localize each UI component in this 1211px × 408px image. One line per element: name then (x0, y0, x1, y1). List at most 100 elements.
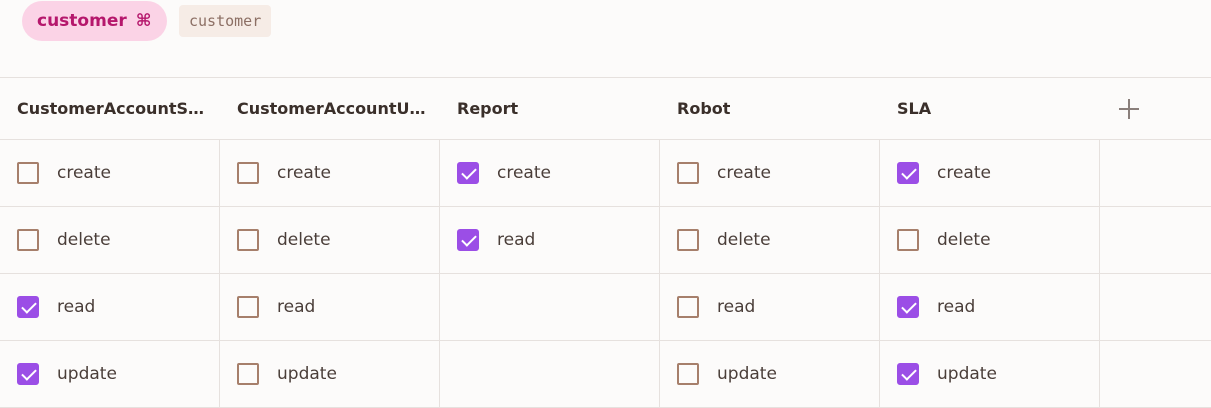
permission-cell (440, 341, 660, 407)
checkbox-checked[interactable] (897, 296, 919, 318)
checkbox-unchecked[interactable] (237, 363, 259, 385)
checkbox-checked[interactable] (897, 363, 919, 385)
role-name: customer (37, 11, 127, 31)
checkbox-unchecked[interactable] (237, 229, 259, 251)
permission-label: delete (717, 230, 771, 250)
permissions-grid: CustomerAccountSetting CustomerAccountUse… (0, 77, 1211, 408)
empty-cell (1100, 341, 1211, 407)
checkbox-unchecked[interactable] (897, 229, 919, 251)
permission-toggle[interactable]: create (237, 162, 331, 184)
checkbox-unchecked[interactable] (237, 162, 259, 184)
permission-toggle[interactable]: create (897, 162, 991, 184)
permission-cell: update (0, 341, 220, 407)
permission-toggle[interactable]: delete (897, 229, 991, 251)
permission-label: read (937, 297, 976, 317)
permission-label: read (497, 230, 536, 250)
role-header: customer ⌘ customer (0, 0, 1211, 78)
permission-row: update update update update (0, 341, 1211, 408)
column-title: SLA (897, 99, 932, 118)
permission-toggle[interactable]: delete (677, 229, 771, 251)
permission-toggle[interactable]: create (17, 162, 111, 184)
checkbox-unchecked[interactable] (17, 229, 39, 251)
permission-toggle[interactable]: read (457, 229, 535, 251)
permission-label: create (497, 163, 551, 183)
checkbox-checked[interactable] (17, 363, 39, 385)
permission-cell: delete (0, 207, 220, 273)
permission-toggle[interactable]: update (237, 363, 337, 385)
permission-label: delete (57, 230, 111, 250)
permission-cell: read (880, 274, 1100, 340)
permission-toggle[interactable]: read (17, 296, 95, 318)
checkbox-checked[interactable] (457, 229, 479, 251)
permission-cell: create (220, 140, 440, 206)
permission-cell: read (220, 274, 440, 340)
permission-row: delete delete read delete delete (0, 207, 1211, 274)
checkbox-checked[interactable] (17, 296, 39, 318)
permission-cell: create (440, 140, 660, 206)
checkbox-checked[interactable] (897, 162, 919, 184)
permission-toggle[interactable]: delete (237, 229, 331, 251)
permission-label: create (937, 163, 991, 183)
permission-label: create (277, 163, 331, 183)
permission-toggle[interactable]: read (677, 296, 755, 318)
permission-cell: update (660, 341, 880, 407)
empty-cell (1100, 140, 1211, 206)
column-header: CustomerAccountSetting (0, 78, 220, 139)
empty-cell (1100, 274, 1211, 340)
permission-label: update (57, 364, 117, 384)
command-icon: ⌘ (135, 11, 152, 31)
permission-toggle[interactable]: update (17, 363, 117, 385)
add-column-cell (1100, 78, 1211, 139)
column-title: Report (457, 99, 519, 118)
permission-label: create (57, 163, 111, 183)
permission-cell (440, 274, 660, 340)
permission-label: delete (937, 230, 991, 250)
permission-cell: delete (660, 207, 880, 273)
column-header: CustomerAccountUser (220, 78, 440, 139)
column-title: CustomerAccountUser (237, 99, 428, 118)
permission-toggle[interactable]: read (237, 296, 315, 318)
permission-label: read (277, 297, 316, 317)
permission-cell: create (880, 140, 1100, 206)
permission-cell: delete (880, 207, 1100, 273)
permission-label: delete (277, 230, 331, 250)
permission-label: read (57, 297, 96, 317)
permission-label: create (717, 163, 771, 183)
header-row: CustomerAccountSetting CustomerAccountUse… (0, 78, 1211, 140)
permission-cell: delete (220, 207, 440, 273)
permission-toggle[interactable]: update (677, 363, 777, 385)
column-header: SLA (880, 78, 1100, 139)
permission-row: create create create create create (0, 140, 1211, 207)
column-header: Report (440, 78, 660, 139)
permission-label: update (937, 364, 997, 384)
permission-toggle[interactable]: update (897, 363, 997, 385)
permission-cell: create (0, 140, 220, 206)
permission-toggle[interactable]: create (677, 162, 771, 184)
checkbox-unchecked[interactable] (237, 296, 259, 318)
permission-toggle[interactable]: delete (17, 229, 111, 251)
permission-cell: update (880, 341, 1100, 407)
column-title: CustomerAccountSetting (17, 99, 208, 118)
permission-cell: update (220, 341, 440, 407)
checkbox-unchecked[interactable] (677, 296, 699, 318)
permission-label: read (717, 297, 756, 317)
checkbox-unchecked[interactable] (677, 363, 699, 385)
permission-cell: read (0, 274, 220, 340)
permission-row: read read read read (0, 274, 1211, 341)
checkbox-checked[interactable] (457, 162, 479, 184)
permission-toggle[interactable]: read (897, 296, 975, 318)
checkbox-unchecked[interactable] (677, 229, 699, 251)
role-code-tag: customer (179, 5, 272, 37)
permission-cell: read (440, 207, 660, 273)
role-pill[interactable]: customer ⌘ (22, 1, 167, 41)
permission-cell: create (660, 140, 880, 206)
permission-toggle[interactable]: create (457, 162, 551, 184)
checkbox-unchecked[interactable] (17, 162, 39, 184)
permission-cell: read (660, 274, 880, 340)
column-title: Robot (677, 99, 731, 118)
empty-cell (1100, 207, 1211, 273)
checkbox-unchecked[interactable] (677, 162, 699, 184)
plus-icon[interactable] (1117, 97, 1141, 121)
permission-label: update (277, 364, 337, 384)
permission-label: update (717, 364, 777, 384)
